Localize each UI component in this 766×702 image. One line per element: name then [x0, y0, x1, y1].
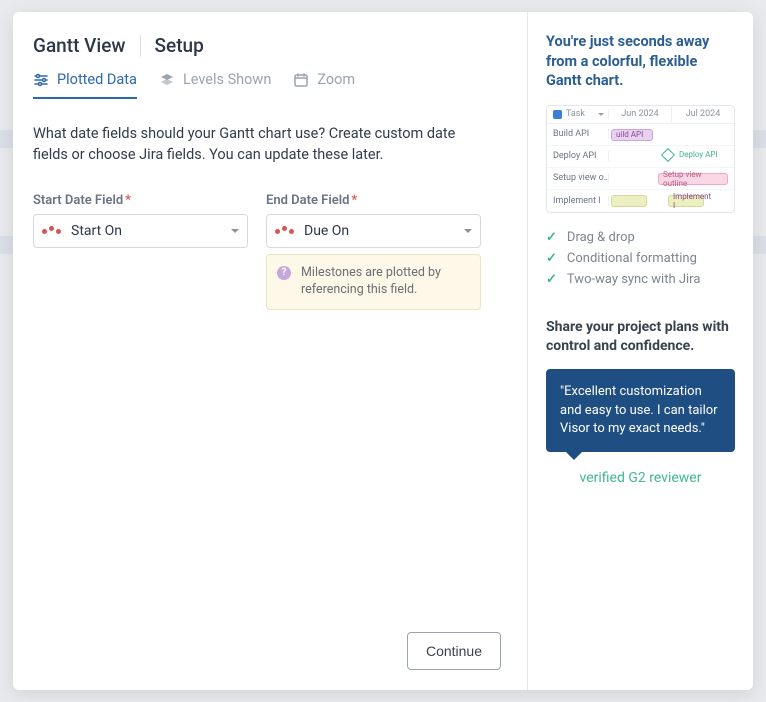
breadcrumb-view: Gantt View — [33, 34, 126, 57]
bar-impl-left — [611, 195, 647, 207]
feature-text: Conditional formatting — [567, 251, 697, 266]
field-source-icon — [42, 229, 61, 234]
preview-col-2: Jul 2024 — [672, 109, 734, 119]
start-date-label: Start Date Field* — [33, 193, 248, 208]
preview-row-label: Setup view o… — [547, 173, 609, 183]
left-pane: Gantt View Setup Plotted Data Levels Sho… — [13, 12, 527, 690]
chevron-down-icon — [231, 229, 239, 233]
feature-text: Drag & drop — [567, 230, 635, 245]
bar-setup-view: Setup view outline — [658, 173, 728, 185]
end-date-field-col: End Date Field* Due On ? Milestones are … — [266, 193, 481, 310]
preview-row: Implement I Implement I — [547, 190, 734, 212]
milestone-hint: ? Milestones are plotted by referencing … — [266, 254, 481, 310]
feature-list: ✓ Drag & drop ✓ Conditional formatting ✓ Tw… — [546, 227, 735, 290]
right-pane: You're just seconds away from a colorful… — [527, 12, 753, 690]
end-date-label: End Date Field* — [266, 193, 481, 208]
right-pane-subtitle: Share your project plans with control an… — [546, 318, 735, 356]
end-date-select[interactable]: Due On — [266, 214, 481, 248]
calendar-icon — [293, 72, 309, 88]
task-icon — [553, 110, 562, 119]
chevron-down-icon — [464, 229, 472, 233]
start-date-select[interactable]: Start On — [33, 214, 248, 248]
sliders-icon — [33, 72, 49, 88]
feature-item: ✓ Two-way sync with Jira — [546, 269, 735, 290]
field-source-icon — [275, 229, 294, 234]
check-icon: ✓ — [546, 230, 557, 245]
preview-row: Setup view o… Setup view outline — [547, 168, 734, 190]
continue-button[interactable]: Continue — [407, 632, 501, 670]
reviewer-attribution: verified G2 reviewer — [546, 470, 735, 486]
bar-build-api: uild API — [611, 129, 653, 141]
label-text: End Date Field — [266, 193, 349, 208]
breadcrumb-separator — [140, 35, 141, 57]
tab-label: Plotted Data — [57, 71, 137, 88]
preview-row: Build API uild API — [547, 124, 734, 146]
feature-text: Two-way sync with Jira — [567, 272, 701, 287]
preview-row: Deploy API Deploy API — [547, 146, 734, 168]
breadcrumb-setup: Setup — [155, 34, 204, 57]
setup-modal: Gantt View Setup Plotted Data Levels Sho… — [13, 12, 753, 690]
start-date-field-col: Start Date Field* Start On — [33, 193, 248, 310]
required-marker: * — [125, 193, 131, 208]
tab-label: Zoom — [317, 71, 355, 88]
tab-levels-shown[interactable]: Levels Shown — [159, 71, 271, 98]
help-icon: ? — [277, 266, 291, 280]
gantt-preview: Task Jun 2024 Jul 2024 Build API uild AP… — [546, 105, 735, 213]
feature-item: ✓ Drag & drop — [546, 227, 735, 248]
task-header-text: Task — [566, 109, 585, 119]
chevron-down-icon — [598, 113, 604, 116]
setup-prompt: What date fields should your Gantt chart… — [33, 123, 473, 165]
tab-plotted-data[interactable]: Plotted Data — [33, 71, 137, 98]
testimonial-quote: "Excellent customization and easy to use… — [546, 369, 735, 452]
select-value: Start On — [71, 223, 231, 239]
breadcrumb: Gantt View Setup — [33, 34, 501, 57]
fields-row: Start Date Field* Start On End Date Fiel… — [33, 193, 501, 310]
layers-icon — [159, 72, 175, 88]
tab-zoom[interactable]: Zoom — [293, 71, 355, 98]
milestone-deploy: Deploy API — [659, 149, 722, 161]
bar-impl-right: Implement I — [668, 195, 704, 207]
preview-row-label: Implement I — [547, 196, 609, 206]
hint-text: Milestones are plotted by referencing th… — [301, 265, 441, 297]
preview-header: Task Jun 2024 Jul 2024 — [547, 106, 734, 124]
check-icon: ✓ — [546, 251, 557, 266]
preview-row-label: Deploy API — [547, 151, 609, 161]
right-pane-title: You're just seconds away from a colorful… — [546, 32, 735, 91]
required-marker: * — [351, 193, 357, 208]
tab-label: Levels Shown — [183, 71, 271, 88]
tabs: Plotted Data Levels Shown Zoom — [33, 71, 501, 99]
label-text: Start Date Field — [33, 193, 123, 208]
preview-task-header: Task — [547, 109, 609, 119]
preview-col-1: Jun 2024 — [609, 109, 671, 119]
select-value: Due On — [304, 223, 464, 239]
preview-row-label: Build API — [547, 129, 609, 139]
milestone-label: Deploy API — [679, 150, 718, 159]
check-icon: ✓ — [546, 272, 557, 287]
feature-item: ✓ Conditional formatting — [546, 248, 735, 269]
